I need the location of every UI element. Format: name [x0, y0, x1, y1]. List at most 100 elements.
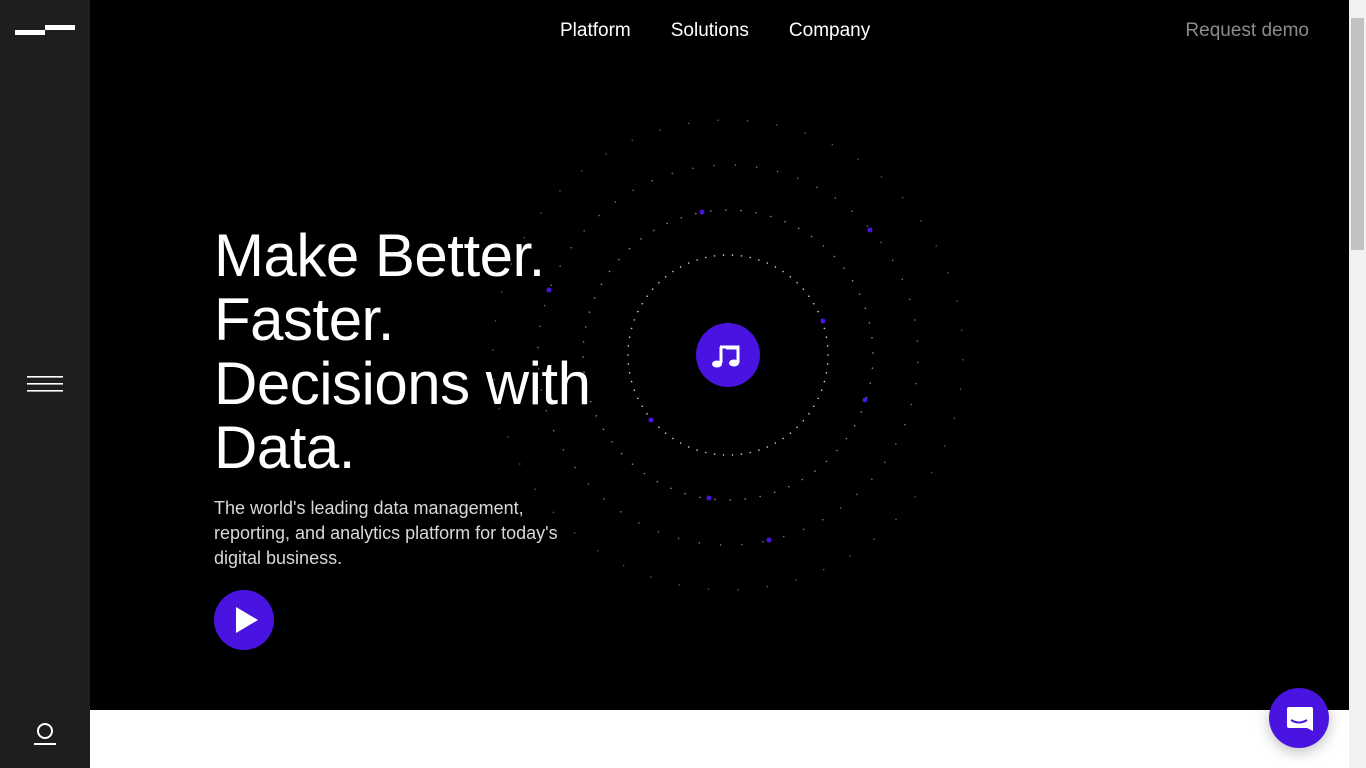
ring-dot: [643, 472, 646, 475]
nav-platform[interactable]: Platform: [560, 20, 631, 42]
ring-dot: [740, 209, 742, 212]
ring-dot: [871, 478, 873, 480]
nav-solutions[interactable]: Solutions: [671, 20, 749, 42]
ring-dot: [740, 453, 743, 455]
ring-dot: [782, 270, 784, 273]
ring-dot: [710, 210, 712, 212]
ring-dot: [692, 167, 694, 170]
ring-dot: [731, 254, 734, 256]
logo[interactable]: [14, 24, 76, 36]
accent-dot: [766, 537, 772, 543]
ring-dot: [784, 220, 786, 223]
ring-dot: [955, 300, 958, 303]
ring-dot: [796, 426, 798, 429]
ring-dot: [851, 279, 854, 282]
play-video-button[interactable]: [214, 590, 274, 650]
ring-dot: [789, 276, 792, 278]
ring-dot: [827, 354, 829, 356]
ring-dot: [825, 336, 828, 338]
ring-dot: [914, 496, 917, 498]
ring-dot: [725, 209, 727, 211]
ring-dot: [795, 579, 797, 581]
ring-dot: [851, 210, 853, 212]
ring-dot: [782, 535, 785, 538]
hamburger-icon[interactable]: [27, 376, 63, 392]
ring-dot: [637, 310, 639, 313]
scrollbar-thumb[interactable]: [1351, 18, 1364, 250]
ring-dot: [910, 403, 913, 406]
ring-dot: [822, 568, 825, 571]
ring-dot: [539, 212, 542, 214]
ring-dot: [804, 132, 806, 134]
play-icon: [236, 607, 258, 633]
chat-button[interactable]: [1269, 688, 1329, 748]
ring-dot: [895, 443, 897, 445]
description-line: digital business.: [214, 548, 343, 568]
ring-dot: [696, 449, 698, 451]
ring-dot: [872, 352, 874, 354]
ring-dot: [901, 196, 904, 199]
ring-dot: [836, 449, 838, 452]
ring-dot: [891, 259, 894, 262]
ring-dot: [658, 281, 660, 284]
music-note-badge: [696, 323, 760, 387]
ring-dot: [687, 262, 690, 264]
accent-dot: [706, 495, 712, 501]
ring-dot: [960, 329, 963, 332]
ring-dot: [704, 256, 707, 259]
ring-dot: [762, 540, 764, 543]
accent-dot: [862, 397, 868, 403]
ring-dot: [758, 259, 760, 261]
ring-dot: [651, 179, 654, 182]
ring-dot: [713, 164, 715, 167]
chat-icon: [1287, 707, 1313, 731]
ring-dot: [722, 254, 725, 256]
ring-dot: [699, 496, 701, 499]
hero-headline: Make Better. Faster. Decisions with Data…: [214, 224, 634, 480]
ring-dot: [714, 498, 716, 501]
ring-dot: [672, 270, 674, 273]
ring-dot: [758, 449, 760, 451]
headline-line: Make Better.: [214, 222, 545, 289]
ring-dot: [717, 119, 719, 122]
ring-dot: [651, 288, 654, 291]
ring-dot: [713, 255, 716, 257]
nav-company[interactable]: Company: [789, 20, 870, 42]
headline-line: Faster.: [214, 286, 394, 353]
ring-dot: [796, 177, 799, 180]
ring-dot: [821, 518, 824, 521]
ring-dot: [759, 495, 761, 498]
ring-dot: [831, 143, 834, 146]
ring-dot: [664, 276, 667, 278]
ring-dot: [915, 382, 917, 385]
ring-dot: [810, 235, 813, 238]
ring-dot: [814, 470, 816, 472]
ring-dot: [834, 197, 837, 199]
ring-dot: [825, 460, 828, 463]
ring-dot: [917, 361, 919, 364]
ring-dot: [913, 319, 916, 321]
request-demo-link[interactable]: Request demo: [1185, 20, 1309, 42]
user-icon[interactable]: [33, 722, 57, 746]
ring-dot: [789, 432, 792, 434]
ring-dot: [853, 424, 856, 427]
ring-dot: [766, 585, 769, 588]
ring-dot: [719, 544, 722, 546]
ring-dot: [930, 471, 933, 474]
ring-dot: [903, 423, 906, 426]
ring-dot: [796, 281, 798, 284]
ring-dot: [741, 543, 743, 546]
ring-dot: [641, 405, 643, 408]
ring-dot: [864, 307, 867, 310]
scrollbar[interactable]: [1349, 0, 1366, 768]
ring-dot: [908, 298, 911, 301]
ring-dot: [687, 122, 690, 125]
hero-text: Make Better. Faster. Decisions with Data…: [214, 224, 634, 571]
headline-line: Data.: [214, 414, 355, 481]
ring-dot: [678, 584, 681, 586]
accent-dot: [820, 318, 826, 324]
ring-dot: [858, 293, 861, 295]
ring-dot: [833, 255, 836, 258]
ring-dot: [813, 302, 815, 305]
ring-dot: [652, 229, 655, 232]
